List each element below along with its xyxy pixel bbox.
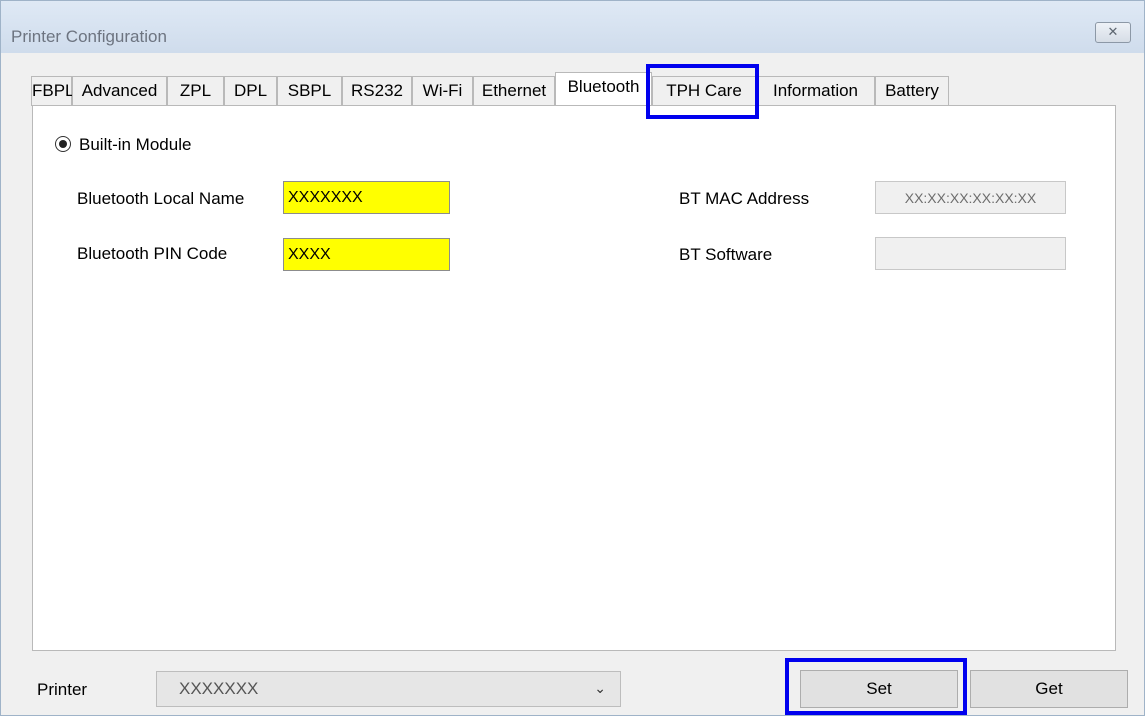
tab-fbpl[interactable]: FBPL xyxy=(31,76,75,106)
tab-battery[interactable]: Battery xyxy=(875,76,949,106)
bt-mac-address-label: BT MAC Address xyxy=(679,189,810,208)
title-bar: Printer Configuration ✕ xyxy=(1,1,1144,53)
bt-mac-address-field xyxy=(875,181,1066,214)
tab-dpl[interactable]: DPL xyxy=(224,76,277,106)
printer-select-value: XXXXXXX xyxy=(179,679,259,698)
built-in-module-label: Built-in Module xyxy=(79,135,192,154)
bt-software-label: BT Software xyxy=(679,245,773,264)
printer-label: Printer xyxy=(37,680,88,699)
bluetooth-local-name-label: Bluetooth Local Name xyxy=(77,189,245,208)
tab-zpl[interactable]: ZPL xyxy=(167,76,224,106)
get-button[interactable]: Get xyxy=(970,670,1128,708)
printer-select[interactable]: XXXXXXX ⌄ xyxy=(156,671,621,707)
built-in-module-radio[interactable] xyxy=(55,136,71,152)
bluetooth-local-name-input[interactable] xyxy=(283,181,450,214)
tab-sbpl[interactable]: SBPL xyxy=(277,76,342,106)
printer-configuration-window: Printer Configuration ✕ FBPL Advanced ZP… xyxy=(0,0,1145,716)
bt-software-field xyxy=(875,237,1066,270)
tab-rs232[interactable]: RS232 xyxy=(342,76,412,106)
tab-information[interactable]: Information xyxy=(756,76,875,106)
close-icon: ✕ xyxy=(1107,24,1119,39)
bluetooth-pin-code-label: Bluetooth PIN Code xyxy=(77,244,228,263)
tab-advanced[interactable]: Advanced xyxy=(72,76,167,106)
set-button[interactable]: Set xyxy=(800,670,958,708)
tab-tph-care[interactable]: TPH Care xyxy=(652,76,756,106)
close-button[interactable]: ✕ xyxy=(1095,22,1131,43)
tab-bluetooth[interactable]: Bluetooth xyxy=(555,72,652,107)
chevron-down-icon: ⌄ xyxy=(594,680,606,696)
tab-ethernet[interactable]: Ethernet xyxy=(473,76,555,106)
tab-wifi[interactable]: Wi-Fi xyxy=(412,76,473,106)
bluetooth-pin-code-input[interactable] xyxy=(283,238,450,271)
window-title: Printer Configuration xyxy=(11,27,167,46)
